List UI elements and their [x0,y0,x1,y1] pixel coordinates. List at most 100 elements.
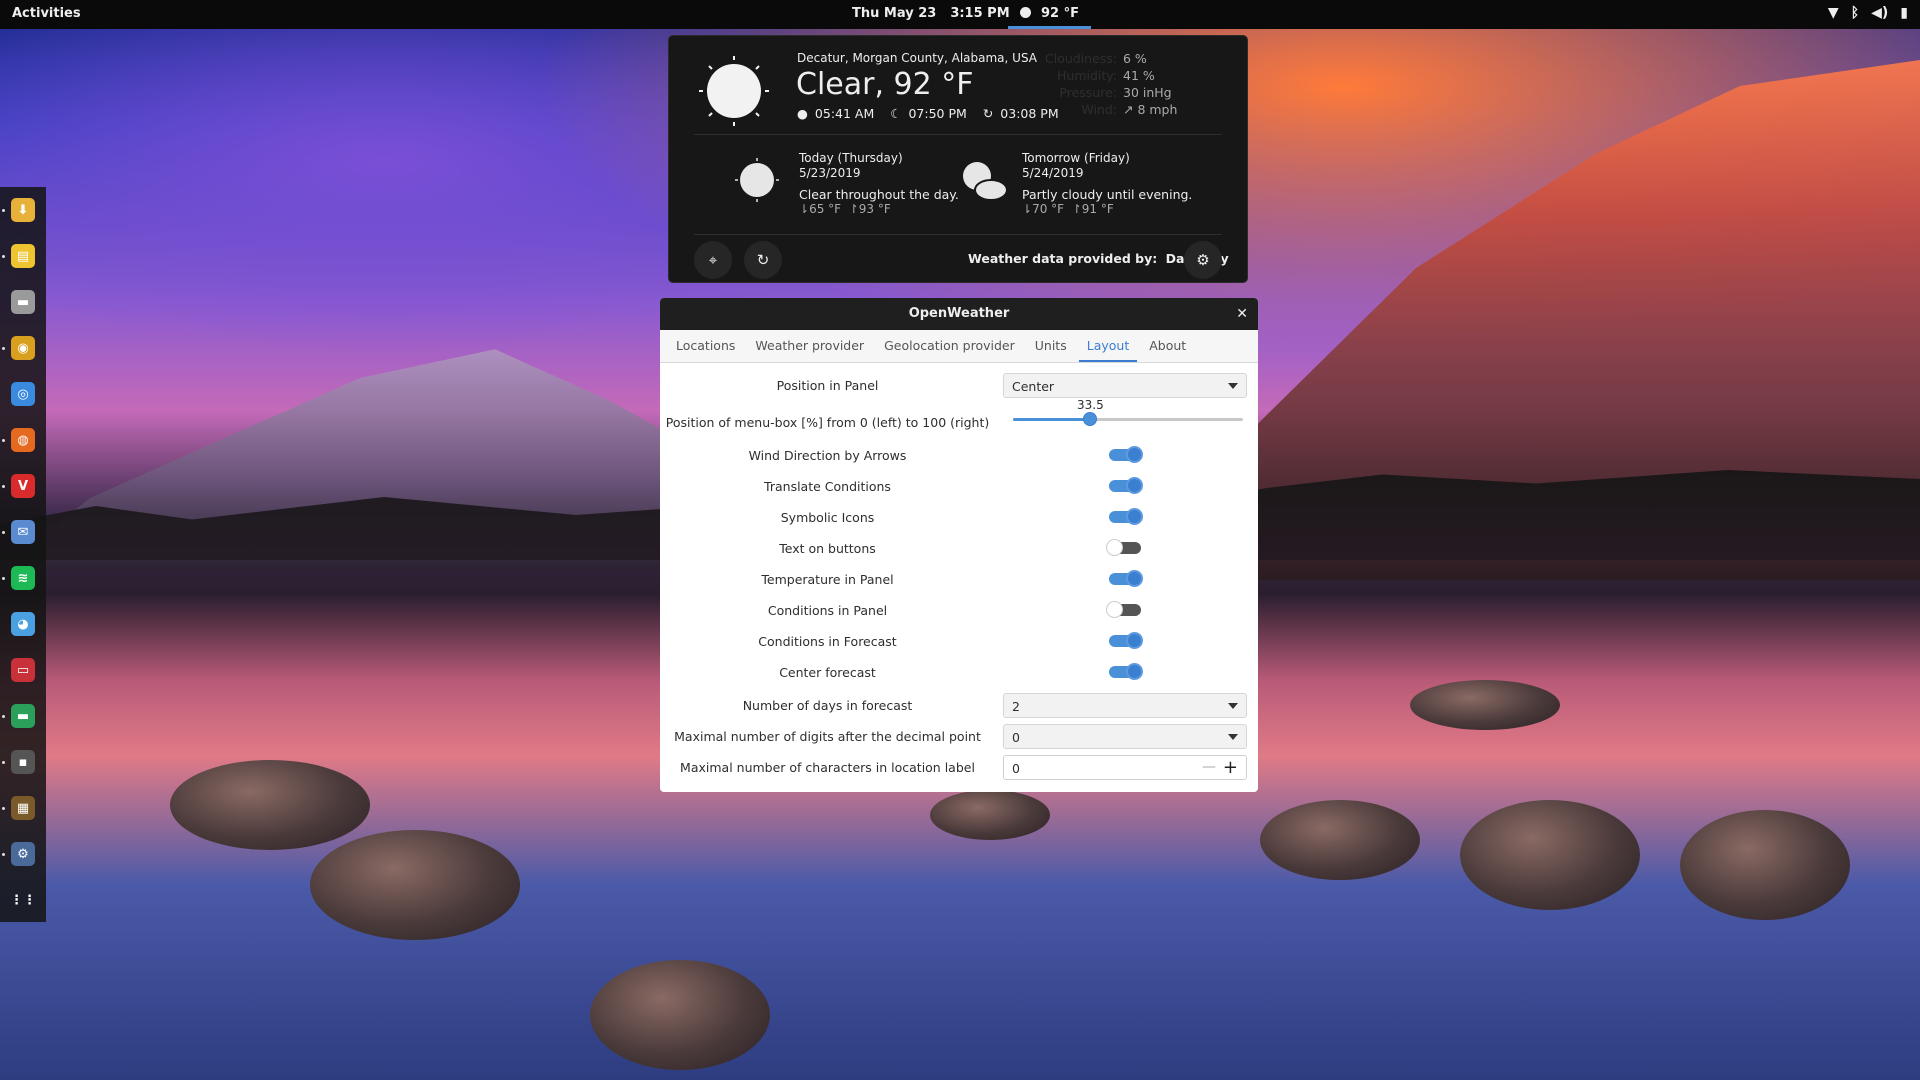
wallpaper-rock [170,760,370,850]
download-icon[interactable]: ⬇ [11,198,35,222]
activities-button[interactable]: Activities [12,6,81,21]
slider-fill [1013,418,1091,421]
clock[interactable]: Thu May 23 3:15 PM [852,6,1024,21]
spotify-icon[interactable]: ≋ [11,566,35,590]
locations-button[interactable]: ⌖ [694,241,732,279]
running-indicator [2,439,5,442]
divider [694,234,1222,235]
cassette-icon[interactable]: ▭ [11,658,35,682]
toggle-label: Temperature in Panel [761,572,894,587]
notes-icon[interactable]: ▤ [11,244,35,268]
wifi-icon[interactable]: ▼ [1828,5,1839,21]
volume-icon[interactable]: ◀) [1871,5,1888,21]
openweather-preferences-dialog: OpenWeather ✕ Locations Weather provider G… [660,298,1258,792]
tab-geolocation-provider[interactable]: Geolocation provider [876,330,1023,362]
running-indicator [2,531,5,534]
panel-weather-indicator[interactable]: 92 °F [1008,0,1091,29]
partly-cloudy-icon [963,162,1008,201]
menubox-position-value: 33.5 [1077,398,1104,412]
tab-about[interactable]: About [1141,330,1194,362]
bird-icon[interactable]: ◕ [11,612,35,636]
weather-details: Cloudiness: 6 % Humidity: 41 % Pressure: 30… [1041,50,1177,118]
position-in-panel-value: Center [1012,379,1055,394]
forecast-date: 5/23/2019 [799,166,861,180]
app-grid-icon[interactable]: ⋮⋮ [10,888,36,912]
system-tray[interactable]: ▼ ᛒ ◀) ▮ [1828,5,1908,21]
running-indicator [2,761,5,764]
weather-location: Decatur, Morgan County, Alabama, USA [797,51,1037,65]
tab-weather-provider[interactable]: Weather provider [747,330,872,362]
settings-button[interactable]: ⚙ [1184,241,1222,279]
sun-icon [735,158,779,202]
sunrise-icon: ● [797,106,808,121]
toggle-knob [1106,539,1123,556]
decimal-digits-select[interactable]: 0 [1003,724,1247,749]
credit-label: Weather data provided by: [968,251,1158,266]
chevron-down-icon [1228,703,1238,709]
location-chars-label: Maximal number of characters in location… [680,760,975,775]
toggle-switch[interactable] [1109,663,1143,680]
toggle-row: Translate Conditions [660,472,1258,502]
plus-icon[interactable]: + [1223,757,1238,778]
monitor-icon[interactable]: ▬ [11,704,35,728]
toggle-knob [1126,508,1143,525]
sunset-time: 07:50 PM [908,106,967,121]
menubox-position-row: Position of menu-box [%] from 0 (left) t… [660,398,1258,438]
decimal-digits-value: 0 [1012,730,1020,745]
bluetooth-icon[interactable]: ᛒ [1851,5,1859,21]
wallpaper-rock [1680,810,1850,920]
menubox-position-slider[interactable] [1013,412,1243,426]
minecraft-icon[interactable]: ▦ [11,796,35,820]
chevron-down-icon [1228,734,1238,740]
terminal-icon[interactable]: ▪ [11,750,35,774]
decimal-digits-label: Maximal number of digits after the decim… [674,729,981,744]
panel-temperature: 92 °F [1041,6,1079,21]
crosshair-icon: ⌖ [708,251,718,269]
toggle-label: Conditions in Forecast [758,634,897,649]
position-in-panel-select[interactable]: Center [1003,373,1247,398]
toggle-switch[interactable] [1109,508,1143,525]
toggle-switch[interactable] [1109,446,1143,463]
toggle-row: Temperature in Panel [660,565,1258,595]
position-in-panel-row: Position in Panel Center [660,371,1258,401]
minus-icon[interactable]: — [1202,759,1216,775]
toggle-knob [1126,663,1143,680]
files-icon[interactable]: ▬ [11,290,35,314]
running-indicator [2,577,5,580]
chrome-icon[interactable]: ◎ [11,382,35,406]
divider [694,134,1222,135]
toggle-row: Conditions in Forecast [660,627,1258,657]
toggle-row: Text on buttons [660,534,1258,564]
battery-icon[interactable]: ▮ [1900,5,1908,21]
toggle-row: Wind Direction by Arrows [660,441,1258,471]
toggle-switch[interactable] [1109,632,1143,649]
location-chars-spinbutton[interactable]: 0 — + [1003,755,1247,780]
tab-layout[interactable]: Layout [1078,330,1138,362]
toggle-row: Center forecast [660,658,1258,688]
vivaldi-icon[interactable]: V [11,474,35,498]
location-chars-value: 0 [1012,761,1020,776]
toggle-switch[interactable] [1106,539,1141,556]
settings-icon[interactable]: ⚙ [11,842,35,866]
wallpaper-rock [1410,680,1560,730]
tab-bar: Locations Weather provider Geolocation pro… [660,330,1258,363]
moon-icon: ☾ [890,106,902,121]
forecast-high: 93 °F [858,202,891,216]
forecast-day: Today (Thursday) [799,151,903,165]
slider-handle[interactable] [1083,412,1098,426]
close-icon[interactable]: ✕ [1236,298,1248,330]
toggle-switch[interactable] [1106,601,1141,618]
days-in-forecast-select[interactable]: 2 [1003,693,1247,718]
tab-units[interactable]: Units [1027,330,1075,362]
toggle-switch[interactable] [1109,477,1143,494]
tab-locations[interactable]: Locations [668,330,743,362]
toggle-label: Conditions in Panel [767,603,888,618]
gear-icon: ⚙ [1196,251,1210,269]
detail-label: Cloudiness: [1044,51,1117,66]
refresh-button[interactable]: ↻ [744,241,782,279]
mail-icon[interactable]: ✉ [11,520,35,544]
toggle-switch[interactable] [1109,570,1143,587]
firefox-icon[interactable]: ◍ [11,428,35,452]
speaker-icon[interactable]: ◉ [11,336,35,360]
forecast-description: Clear throughout the day. [799,187,959,202]
